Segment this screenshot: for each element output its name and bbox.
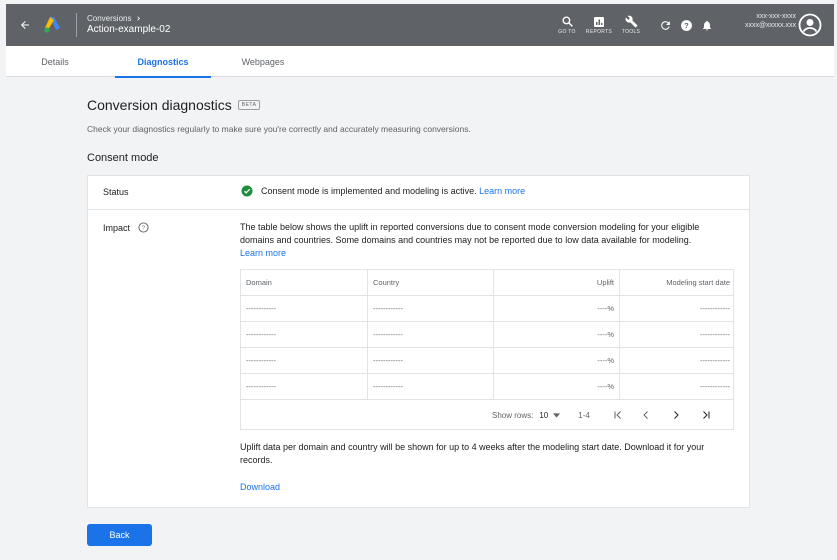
wrench-icon [625, 15, 637, 28]
status-label: Status [103, 187, 129, 197]
section-title: Consent mode [87, 152, 159, 164]
top-app-bar: Conversions Action-example-02 GO TO REPO… [6, 4, 834, 46]
back-arrow-icon[interactable] [10, 4, 40, 46]
cell-modeling-start-date: ------------ [619, 296, 735, 321]
beta-badge: BETA [237, 100, 261, 110]
check-circle-icon [241, 185, 253, 197]
tab-webpages[interactable]: Webpages [226, 46, 300, 77]
help-icon[interactable]: ? [680, 19, 693, 32]
page-entity-title: Action-example-02 [87, 23, 171, 35]
uplift-table: Domain Country Uplift Modeling start dat… [240, 269, 734, 430]
cell-uplift: ----% [493, 374, 619, 399]
svg-text:?: ? [684, 21, 689, 30]
tools-button[interactable]: TOOLS [615, 15, 647, 35]
previous-page-icon[interactable] [640, 409, 652, 421]
cell-country: ------------ [367, 374, 493, 399]
cell-domain: ------------ [246, 356, 276, 365]
table-row: ------------ ------------ ----% --------… [241, 374, 733, 400]
cell-domain: ------------ [246, 330, 276, 339]
uplift-note: Uplift data per domain and country will … [240, 442, 705, 466]
column-header-country[interactable]: Country [367, 270, 493, 295]
back-button[interactable]: Back [87, 524, 152, 546]
breadcrumb-parent[interactable]: Conversions [87, 14, 170, 24]
status-learn-more-link[interactable]: Learn more [479, 186, 525, 196]
table-row: ------------ ------------ ----% --------… [241, 322, 733, 348]
notifications-bell-icon[interactable] [701, 19, 713, 32]
consent-mode-card: Status Consent mode is implemented and m… [87, 175, 750, 508]
reports-label: REPORTS [585, 28, 613, 35]
cell-domain: ------------ [246, 382, 276, 391]
last-page-icon[interactable] [700, 409, 712, 421]
reports-button[interactable]: REPORTS [583, 16, 615, 35]
impact-text: The table below shows the uplift in repo… [240, 222, 700, 246]
tab-bar: Details Diagnostics Webpages [6, 46, 834, 78]
breadcrumb: Conversions Action-example-02 [87, 14, 170, 37]
column-header-domain[interactable]: Domain [241, 270, 367, 295]
account-email: xxxx@xxxxx.xxx [744, 22, 796, 30]
cell-country: ------------ [367, 296, 493, 321]
tab-diagnostics[interactable]: Diagnostics [115, 46, 211, 78]
cell-uplift: ----% [493, 322, 619, 347]
column-header-modeling-start-date[interactable]: Modeling start date [619, 270, 735, 295]
page-title: Conversion diagnostics BETA [87, 97, 261, 113]
first-page-icon[interactable] [612, 409, 624, 421]
refresh-icon[interactable] [659, 19, 672, 32]
svg-text:?: ? [142, 226, 145, 232]
table-row: ------------ ------------ ----% --------… [241, 296, 733, 322]
cell-uplift: ----% [493, 348, 619, 373]
reports-icon [594, 16, 604, 27]
top-tools: GO TO REPORTS TOOLS [551, 4, 647, 46]
page-title-text: Conversion diagnostics [87, 97, 232, 113]
tab-details[interactable]: Details [26, 46, 84, 77]
avatar[interactable] [798, 13, 822, 37]
cell-modeling-start-date: ------------ [619, 348, 735, 373]
impact-learn-more-link[interactable]: Learn more [240, 248, 286, 258]
status-content: Consent mode is implemented and modeling… [241, 185, 525, 197]
breadcrumb-parent-label[interactable]: Conversions [87, 14, 131, 24]
next-page-icon[interactable] [670, 409, 682, 421]
cell-domain: ------------ [246, 304, 276, 313]
cell-uplift: ----% [493, 296, 619, 321]
impact-label: Impact [103, 222, 131, 233]
account-circle-icon [798, 13, 822, 37]
impact-description: The table below shows the uplift in repo… [240, 221, 730, 260]
search-icon [561, 16, 573, 27]
impact-label-group: Impact ? [103, 222, 149, 233]
cell-modeling-start-date: ------------ [619, 322, 735, 347]
chevron-right-icon [137, 16, 141, 21]
google-ads-logo-icon[interactable] [44, 14, 66, 36]
dropdown-arrow-icon [553, 412, 561, 418]
cell-country: ------------ [367, 348, 493, 373]
account-id: xxx-xxx-xxxx [756, 13, 796, 20]
cell-modeling-start-date: ------------ [619, 374, 735, 399]
page-subtitle: Check your diagnostics regularly to make… [87, 124, 471, 134]
top-icons: ? [659, 4, 713, 46]
table-header-row: Domain Country Uplift Modeling start dat… [241, 270, 733, 296]
table-pagination: Show rows: 10 1-4 [241, 400, 733, 430]
show-rows-label: Show rows: [492, 410, 534, 420]
account-info[interactable]: xxx-xxx-xxxx xxxx@xxxxx.xxx [734, 12, 796, 30]
page-range: 1-4 [578, 410, 590, 420]
goto-button[interactable]: GO TO [551, 15, 583, 35]
table-row: ------------ ------------ ----% --------… [241, 348, 733, 374]
rows-per-page-select[interactable]: 10 [539, 410, 561, 420]
cell-country: ------------ [367, 322, 493, 347]
download-link[interactable]: Download [240, 482, 280, 492]
status-text: Consent mode is implemented and modeling… [261, 186, 477, 196]
tools-label: TOOLS [621, 29, 641, 35]
divider [76, 13, 77, 37]
column-header-uplift[interactable]: Uplift [493, 270, 619, 295]
help-outline-icon[interactable]: ? [138, 222, 149, 233]
goto-label: GO TO [558, 29, 576, 35]
rows-per-page-value: 10 [539, 410, 549, 420]
status-row: Status Consent mode is implemented and m… [88, 176, 749, 210]
